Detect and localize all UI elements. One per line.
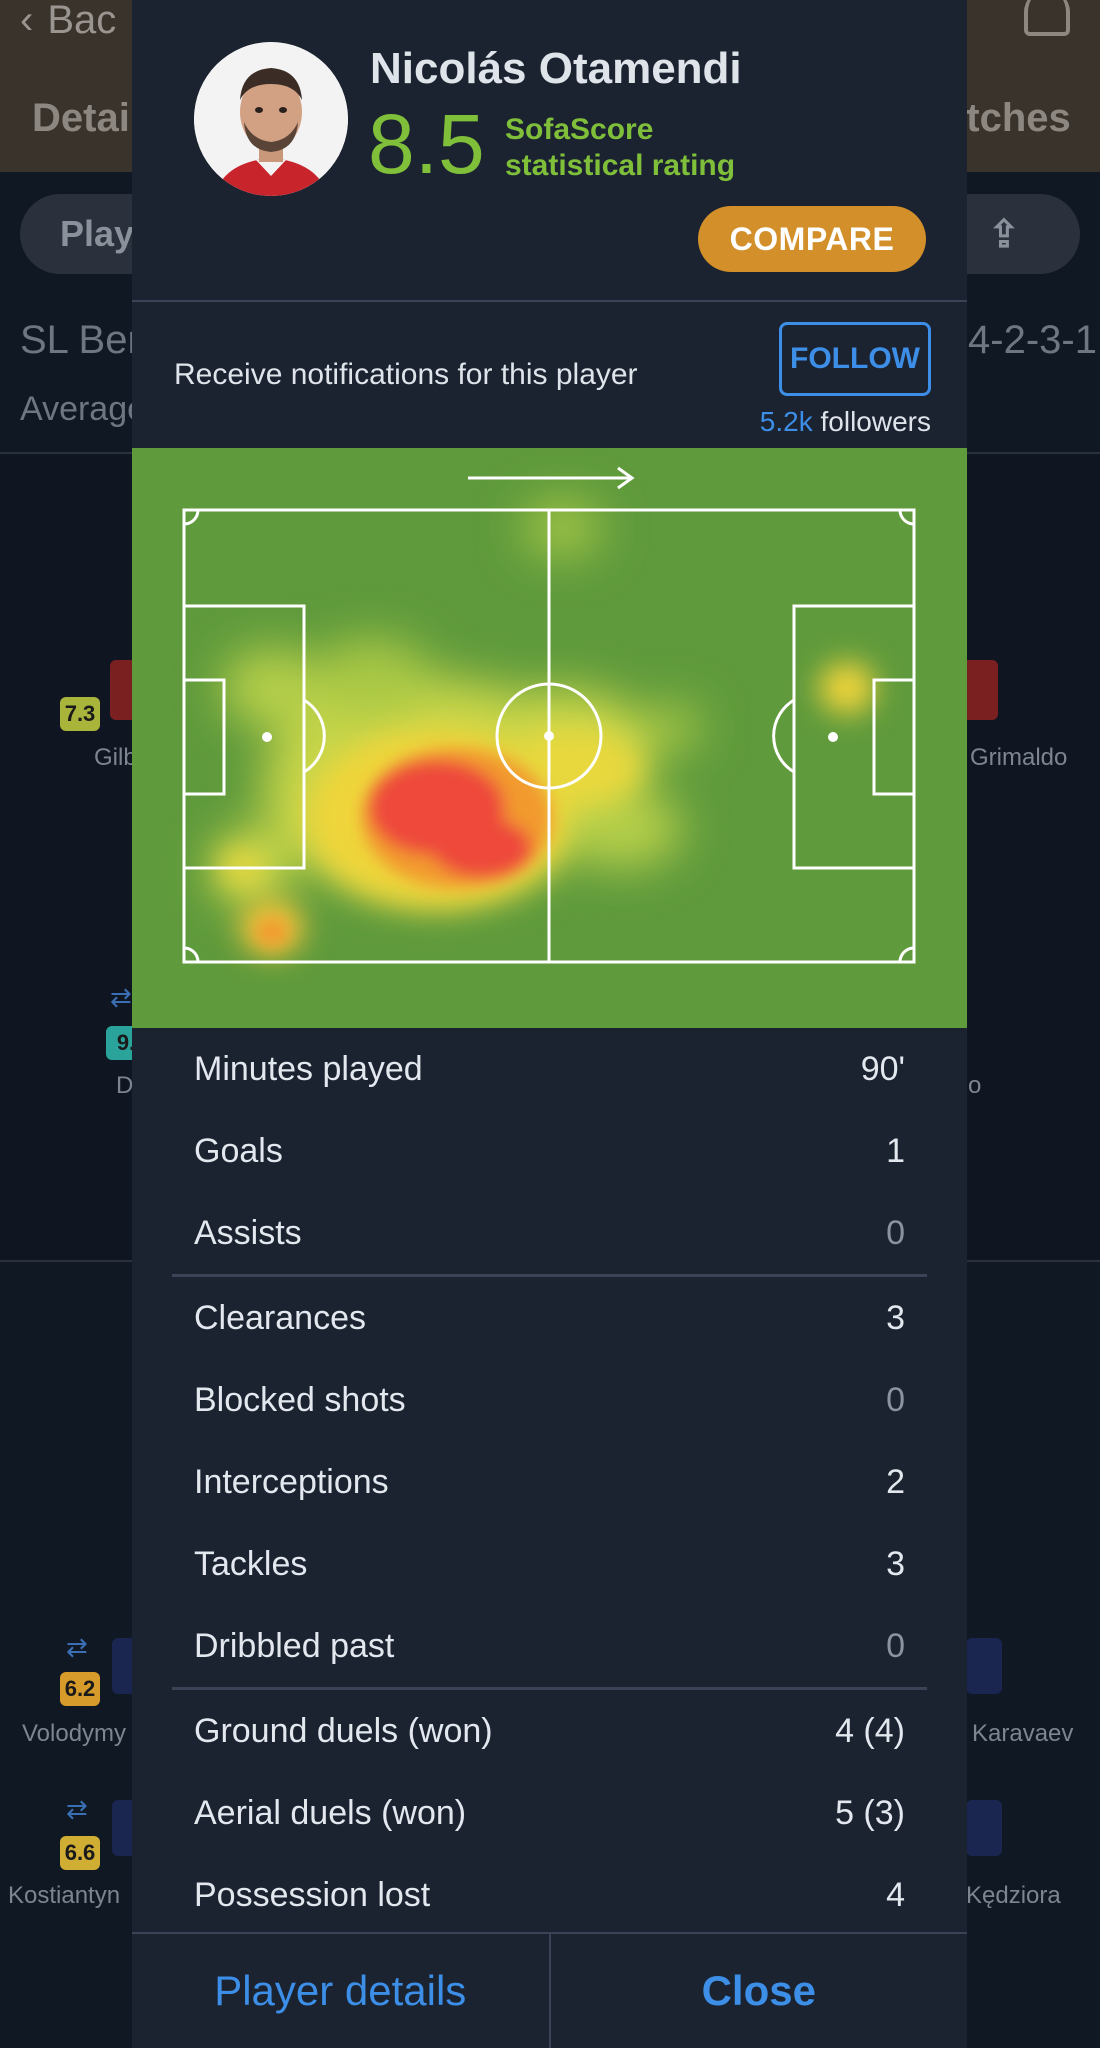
stat-value: 0 [886, 1380, 905, 1419]
substitution-icon: ⇄ [66, 1632, 88, 1662]
rating-badge: 6.2 [60, 1672, 100, 1706]
stat-label: Minutes played [194, 1049, 423, 1088]
player-shirt [966, 1800, 1002, 1856]
stat-row-tackles: Tackles 3 [132, 1523, 967, 1605]
followers-number: 5.2k [759, 406, 813, 437]
stat-label: Goals [194, 1131, 283, 1170]
stat-row-clearances: Clearances 3 [132, 1277, 967, 1359]
stat-value: 5 (3) [835, 1793, 905, 1832]
close-button[interactable]: Close [548, 1934, 968, 2048]
rating-label: SofaScore statistical rating [505, 112, 735, 184]
stat-value: 2 [886, 1462, 905, 1501]
followers-count: 5.2k followers [760, 406, 931, 438]
player-name[interactable]: Karavaev [972, 1720, 1073, 1748]
player-name[interactable]: Kędziora [966, 1882, 1061, 1910]
stat-label: Aerial duels (won) [194, 1793, 467, 1832]
stats-group-general: Minutes played 90' Goals 1 Assists 0 [132, 1028, 967, 1274]
player-shirt [966, 1638, 1002, 1694]
compare-button[interactable]: COMPARE [698, 206, 926, 272]
stat-label: Clearances [194, 1298, 366, 1337]
notification-section: Receive notifications for this player FO… [132, 302, 967, 448]
rating-badge: 6.6 [60, 1836, 100, 1870]
stat-label: Possession lost [194, 1875, 431, 1914]
chevron-left-icon: ‹ [20, 0, 34, 42]
modal-footer: Player details Close [132, 1932, 967, 2048]
player-modal: Nicolás Otamendi 8.5 SofaScore statistic… [132, 0, 967, 2048]
stat-value: 4 [886, 1875, 905, 1914]
followers-label: followers [820, 406, 931, 437]
tab-details[interactable]: Detail [32, 96, 141, 141]
stat-value: 3 [886, 1298, 905, 1337]
rating-label-line1: SofaScore [505, 113, 654, 146]
player-name[interactable]: Kostiantyn [8, 1882, 120, 1910]
formation: 4-2-3-1 [968, 318, 1097, 362]
stat-value: 4 (4) [835, 1711, 905, 1750]
stat-row-possession-lost: Possession lost 4 [132, 1854, 967, 1936]
notification-label: Receive notifications for this player [174, 358, 638, 391]
substitution-icon: ⇄ [66, 1794, 88, 1824]
player-name-title: Nicolás Otamendi [370, 44, 742, 93]
player-header: Nicolás Otamendi 8.5 SofaScore statistic… [132, 0, 967, 302]
player-details-button[interactable]: Player details [132, 1934, 549, 2048]
rating-badge: 7.3 [60, 697, 100, 731]
stat-row-assists: Assists 0 [132, 1192, 967, 1274]
bell-icon[interactable] [1024, 0, 1070, 36]
stat-row-dribbled-past: Dribbled past 0 [132, 1605, 967, 1687]
player-name[interactable]: D [116, 1072, 133, 1100]
team-name: SL Ben [20, 318, 150, 362]
stat-row-blocked-shots: Blocked shots 0 [132, 1359, 967, 1441]
stats-group-duels: Ground duels (won) 4 (4) Aerial duels (w… [132, 1690, 967, 1936]
stats-list: Minutes played 90' Goals 1 Assists 0 Cle… [132, 1028, 967, 1936]
player-avatar [194, 42, 348, 196]
stat-value: 90' [860, 1049, 905, 1088]
heatmap-pitch [132, 448, 967, 1028]
stats-group-defending: Clearances 3 Blocked shots 0 Interceptio… [132, 1277, 967, 1687]
stat-label: Interceptions [194, 1462, 389, 1501]
stat-row-aerial-duels: Aerial duels (won) 5 (3) [132, 1772, 967, 1854]
stat-label: Ground duels (won) [194, 1711, 493, 1750]
stat-row-minutes: Minutes played 90' [132, 1028, 967, 1110]
stat-label: Assists [194, 1213, 302, 1252]
follow-button[interactable]: FOLLOW [779, 322, 931, 396]
rating-label-line2: statistical rating [505, 149, 736, 182]
player-name[interactable]: o [968, 1072, 981, 1100]
stat-value: 3 [886, 1544, 905, 1583]
back-button[interactable]: ‹ Bac [20, 0, 117, 42]
stat-label: Blocked shots [194, 1380, 406, 1419]
stat-label: Tackles [194, 1544, 308, 1583]
player-name[interactable]: Grimaldo [970, 744, 1067, 772]
stat-row-ground-duels: Ground duels (won) 4 (4) [132, 1690, 967, 1772]
player-rating: 8.5 [368, 97, 485, 191]
heatmap [132, 448, 967, 1028]
average-label: Average [20, 390, 147, 428]
stat-row-interceptions: Interceptions 2 [132, 1441, 967, 1523]
stat-value: 1 [886, 1131, 905, 1170]
back-label: Bac [47, 0, 117, 42]
share-icon: ⇪ [988, 213, 1020, 256]
stat-value: 0 [886, 1213, 905, 1252]
player-name[interactable]: Volodymy [22, 1720, 126, 1748]
stat-label: Dribbled past [194, 1626, 395, 1665]
stat-row-goals: Goals 1 [132, 1110, 967, 1192]
stat-value: 0 [886, 1626, 905, 1665]
player-name[interactable]: Gilb [94, 744, 137, 772]
